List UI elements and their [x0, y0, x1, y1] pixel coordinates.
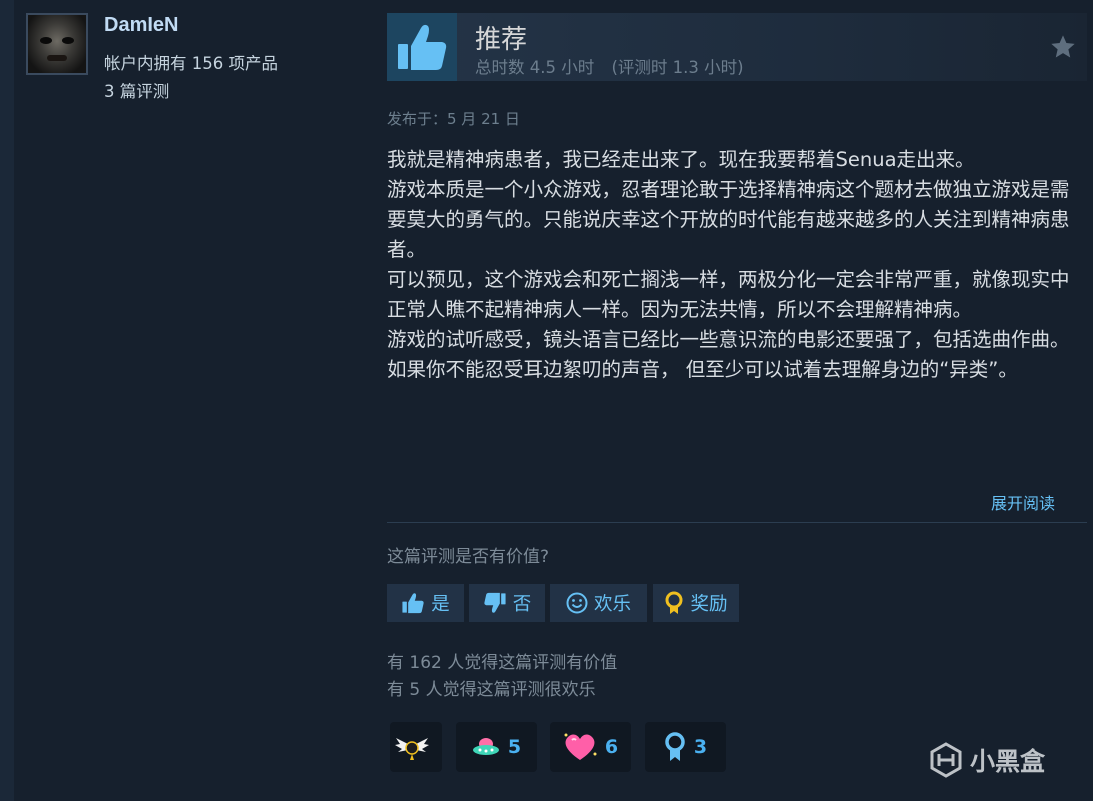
award-badge[interactable]: 6	[550, 722, 631, 772]
helpful-question: 这篇评测是否有价值?	[387, 547, 550, 567]
watermark-logo: 小黑盒	[928, 742, 1045, 778]
ribbon-award-icon	[665, 732, 685, 761]
avatar[interactable]	[26, 13, 88, 75]
award-badge[interactable]: 5	[456, 722, 537, 772]
star-icon[interactable]	[1049, 33, 1077, 65]
divider	[387, 522, 1087, 523]
heybox-logo-icon	[930, 742, 962, 778]
review-paragraph: 如果你不能忍受耳边絮叨的声音， 但至少可以试着去理解身边的“异类”。	[387, 358, 1018, 381]
award-count: 6	[604, 736, 619, 758]
vote-no-button[interactable]: 否	[469, 584, 545, 622]
total-hours: 总时数 4.5 小时	[475, 58, 595, 77]
posted-date: 发布于：5 月 21 日	[387, 110, 520, 128]
award-count: 3	[693, 736, 708, 758]
thumbs-up-icon	[387, 13, 457, 81]
text-fade	[387, 430, 1077, 475]
vote-funny-label: 欢乐	[593, 594, 631, 615]
vote-no-label: 否	[512, 594, 532, 615]
thumbs-down-icon	[484, 592, 506, 613]
award-badge[interactable]: 3	[645, 722, 726, 772]
funny-count: 有 5 人觉得这篇评测很欢乐	[387, 680, 596, 700]
review-paragraph: 可以预见，这个游戏会和死亡搁浅一样，两极分化一定会非常严重，就像现实中正常人瞧不…	[387, 268, 1070, 321]
ufo-award-icon	[472, 738, 499, 755]
hours-at-review: (评测时 1.3 小时)	[611, 58, 744, 77]
user-review-count[interactable]: 3 篇评测	[104, 78, 169, 102]
verdict-title: 推荐	[475, 25, 528, 55]
award-button[interactable]: 奖励	[653, 584, 739, 622]
award-badge[interactable]	[390, 722, 442, 772]
review-paragraph: 游戏的试听感受，镜头语言已经比一些意识流的电影还要强了，包括选曲作曲。	[387, 328, 1070, 351]
expand-review-link[interactable]: 展开阅读	[991, 490, 1055, 514]
smiley-icon	[566, 592, 588, 614]
heart-award-icon	[564, 733, 597, 760]
username[interactable]: DamIeN	[104, 14, 178, 37]
watermark-text: 小黑盒	[970, 747, 1046, 776]
review-text: 我就是精神病患者，我已经走出来了。现在我要帮着Senua走出来。 游戏本质是一个…	[387, 145, 1077, 470]
thumbs-up-icon	[402, 593, 424, 614]
vote-yes-button[interactable]: 是	[387, 584, 464, 622]
review-paragraph: 我就是精神病患者，我已经走出来了。现在我要帮着Senua走出来。	[387, 148, 975, 171]
award-count: 5	[507, 736, 522, 758]
vote-yes-label: 是	[431, 594, 450, 615]
award-label: 奖励	[690, 594, 728, 615]
review-header[interactable]: 推荐 总时数 4.5 小时 (评测时 1.3 小时)	[387, 13, 1087, 81]
review-paragraph: 游戏本质是一个小众游戏，忍者理论敢于选择精神病这个题材去做独立游戏是需要莫大的勇…	[387, 178, 1070, 261]
winged-award-icon	[395, 738, 429, 760]
award-ribbon-icon	[665, 591, 683, 614]
vote-funny-button[interactable]: 欢乐	[550, 584, 647, 622]
playtime: 总时数 4.5 小时 (评测时 1.3 小时)	[475, 54, 744, 78]
user-product-count[interactable]: 帐户内拥有 156 项产品	[104, 50, 278, 74]
helpful-count: 有 162 人觉得这篇评测有价值	[387, 653, 618, 673]
